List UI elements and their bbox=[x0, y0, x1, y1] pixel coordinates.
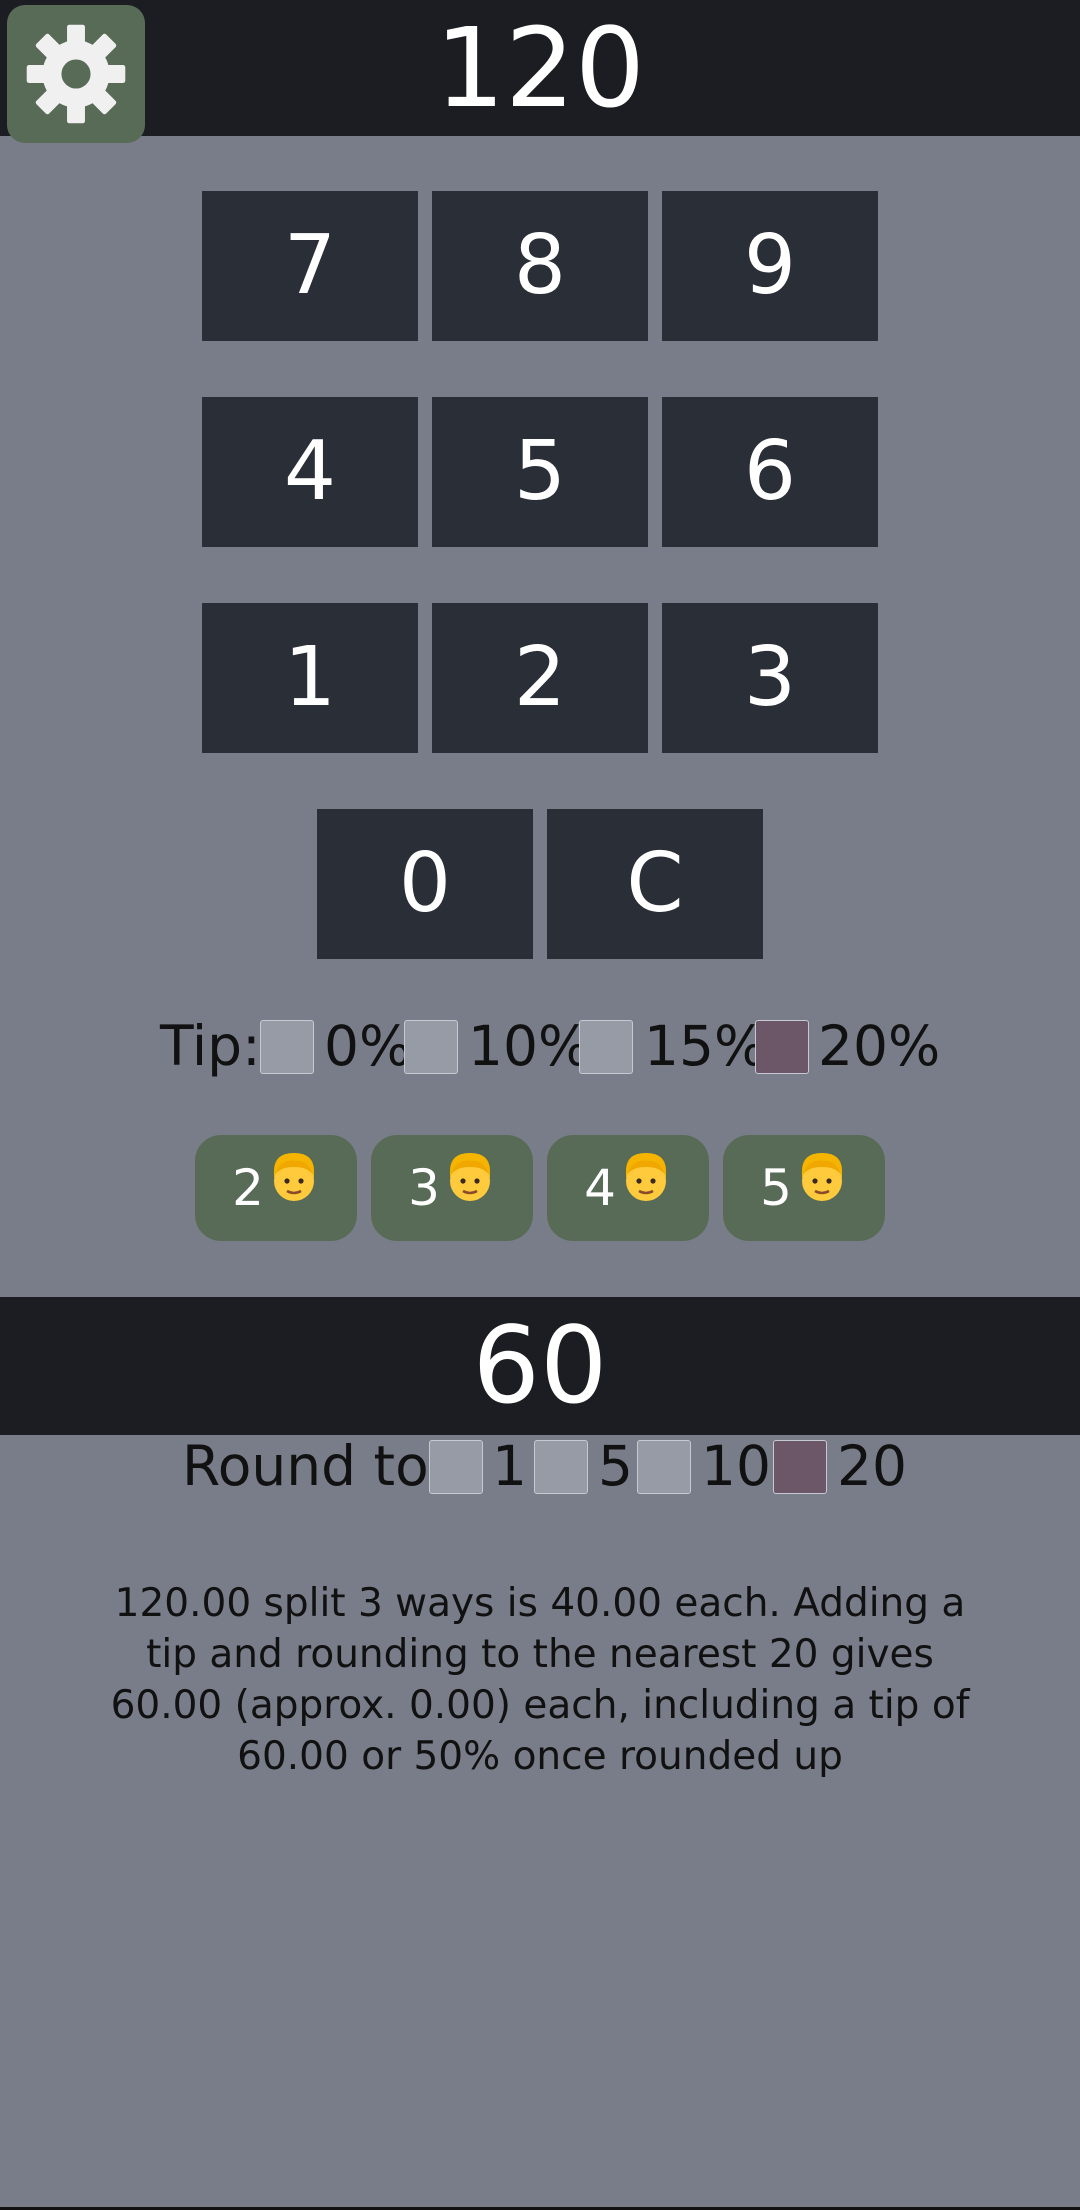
round-option-label: 10 bbox=[701, 1434, 771, 1498]
settings-button[interactable] bbox=[7, 5, 145, 143]
split-5-people-button[interactable]: 5 bbox=[723, 1135, 885, 1241]
total-amount-display: 120 bbox=[435, 4, 645, 132]
key-5[interactable]: 5 bbox=[432, 397, 648, 547]
people-count: 4 bbox=[584, 1159, 616, 1217]
split-4-people-button[interactable]: 4 bbox=[547, 1135, 709, 1241]
round-option-label: 1 bbox=[492, 1434, 527, 1498]
tip-option-label: 10% bbox=[468, 1014, 591, 1078]
tip-option-label: 15% bbox=[644, 1014, 767, 1078]
key-7[interactable]: 7 bbox=[202, 191, 418, 341]
tip-option-label: 20% bbox=[818, 1014, 941, 1078]
clear-button[interactable]: C bbox=[547, 809, 763, 959]
person-emoji-icon bbox=[620, 1135, 672, 1241]
per-person-amount: 60 bbox=[472, 1304, 608, 1427]
key-1[interactable]: 1 bbox=[202, 603, 418, 753]
tip-checkbox-20[interactable] bbox=[755, 1020, 809, 1074]
key-6[interactable]: 6 bbox=[662, 397, 878, 547]
key-4[interactable]: 4 bbox=[202, 397, 418, 547]
people-count: 2 bbox=[232, 1159, 264, 1217]
split-summary-text: 120.00 split 3 ways is 40.00 each. Addin… bbox=[110, 1581, 970, 1779]
split-2-people-button[interactable]: 2 bbox=[195, 1135, 357, 1241]
person-emoji-icon bbox=[268, 1135, 320, 1241]
round-option-label: 20 bbox=[837, 1434, 907, 1498]
round-checkbox-1[interactable] bbox=[429, 1440, 483, 1494]
person-emoji-icon bbox=[796, 1135, 848, 1241]
tip-checkbox-10[interactable] bbox=[404, 1020, 458, 1074]
round-checkbox-5[interactable] bbox=[534, 1440, 588, 1494]
round-option-label: 5 bbox=[598, 1434, 633, 1498]
round-label: Round to: bbox=[182, 1434, 448, 1498]
tip-option-label: 0% bbox=[324, 1014, 412, 1078]
people-count: 5 bbox=[760, 1159, 792, 1217]
key-0[interactable]: 0 bbox=[317, 809, 533, 959]
key-2[interactable]: 2 bbox=[432, 603, 648, 753]
gear-icon bbox=[26, 24, 126, 124]
round-checkbox-20[interactable] bbox=[773, 1440, 827, 1494]
tip-checkbox-15[interactable] bbox=[579, 1020, 633, 1074]
people-count: 3 bbox=[408, 1159, 440, 1217]
key-8[interactable]: 8 bbox=[432, 191, 648, 341]
key-3[interactable]: 3 bbox=[662, 603, 878, 753]
person-emoji-icon bbox=[444, 1135, 496, 1241]
tip-label: Tip: bbox=[160, 1014, 261, 1078]
tip-checkbox-0[interactable] bbox=[260, 1020, 314, 1074]
round-checkbox-10[interactable] bbox=[637, 1440, 691, 1494]
split-3-people-button[interactable]: 3 bbox=[371, 1135, 533, 1241]
key-9[interactable]: 9 bbox=[662, 191, 878, 341]
